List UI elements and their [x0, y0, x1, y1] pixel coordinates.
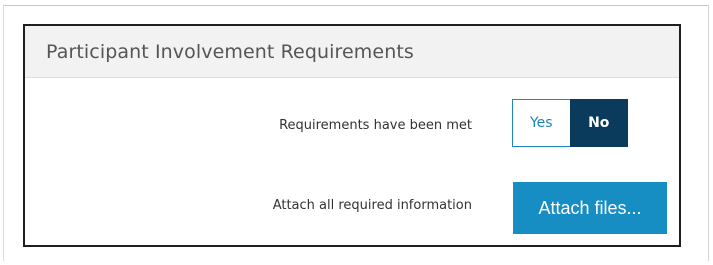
- requirements-panel: Participant Involvement Requirements Req…: [23, 24, 681, 247]
- toggle-no-button[interactable]: No: [569, 99, 628, 147]
- panel-header: Participant Involvement Requirements: [25, 26, 679, 78]
- toggle-yes-button[interactable]: Yes: [512, 99, 570, 147]
- attach-files-button[interactable]: Attach files...: [513, 182, 667, 234]
- requirements-met-toggle: Yes No: [512, 99, 628, 147]
- panel-title: Participant Involvement Requirements: [46, 41, 414, 63]
- requirements-met-label: Requirements have been met: [279, 118, 472, 133]
- attach-info-label: Attach all required information: [272, 198, 472, 213]
